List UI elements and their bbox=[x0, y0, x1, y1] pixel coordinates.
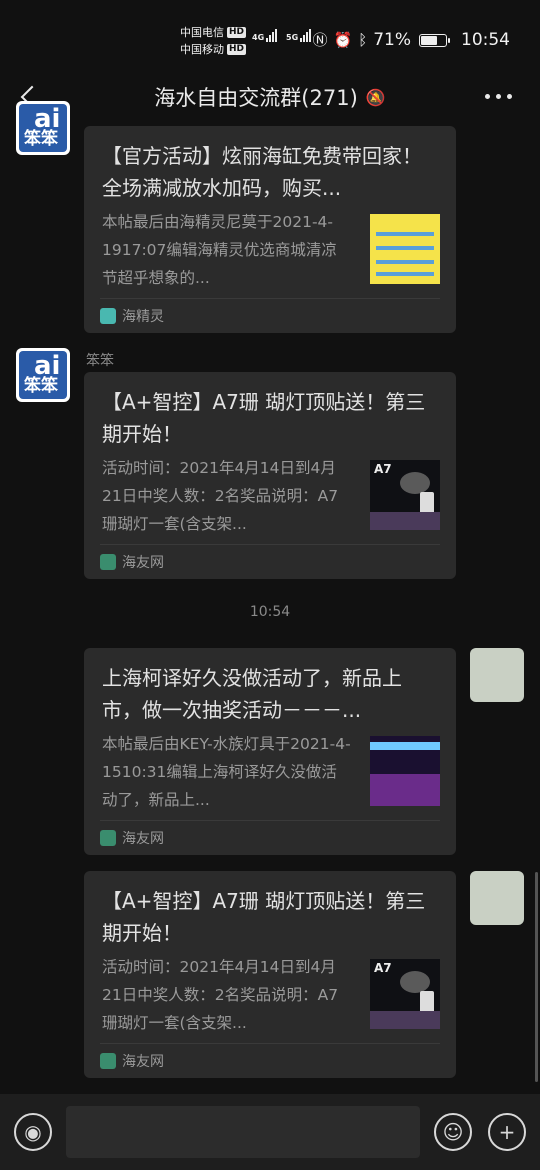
signal-strength-icon bbox=[266, 28, 278, 42]
sender-name: 笨笨 bbox=[86, 353, 114, 369]
card-title: 上海柯译好久没做活动了，新品上市，做一次抽奖活动－－－... bbox=[102, 666, 402, 722]
card-description: 活动时间：2021年4月14日到4月21日中奖人数：2名奖品说明：A7珊瑚灯一套… bbox=[102, 958, 339, 1032]
hd-badge: HD bbox=[227, 27, 247, 38]
battery-percent: 71% bbox=[373, 30, 411, 50]
avatar[interactable]: ai 笨笨 bbox=[16, 101, 70, 155]
source-logo-icon bbox=[100, 1053, 116, 1069]
card-thumbnail bbox=[370, 214, 440, 284]
alarm-icon: ⏰ bbox=[333, 31, 353, 49]
card-description: 本帖最后由KEY-水族灯具于2021-4-1510:31编辑上海柯译好久没做活动… bbox=[102, 735, 351, 809]
plus-icon[interactable]: + bbox=[488, 1113, 526, 1151]
signal-strength-icon bbox=[300, 28, 312, 42]
emoji-icon[interactable]: ☺ bbox=[434, 1113, 472, 1151]
card-title: 【A+智控】A7珊 瑚灯顶贴送！第三期开始！ bbox=[102, 889, 426, 945]
avatar[interactable] bbox=[470, 648, 524, 702]
message-timestamp: 10:54 bbox=[249, 604, 291, 620]
card-description: 本帖最后由海精灵尼莫于2021-4-1917:07编辑海精灵优选商城清凉节超乎想… bbox=[102, 213, 337, 287]
carrier-1: 中国电信 bbox=[180, 26, 224, 39]
card-source: 海精灵 bbox=[122, 309, 164, 325]
avatar[interactable]: ai 笨笨 bbox=[16, 348, 70, 402]
message-input[interactable] bbox=[66, 1106, 420, 1158]
avatar-name: 笨笨 bbox=[24, 129, 58, 149]
card-source: 海友网 bbox=[122, 555, 164, 571]
card-source: 海友网 bbox=[122, 831, 164, 847]
chat-title: 海水自由交流群(271) bbox=[154, 86, 358, 110]
thumbnail-label: A7 bbox=[374, 462, 392, 476]
status-bar: 中国电信 HD 中国移动 HD 4G 5G Ⓝ ⏰ ᛒ 71% 10:54 bbox=[0, 0, 540, 80]
source-logo-icon bbox=[100, 554, 116, 570]
card-thumbnail: A7 bbox=[370, 460, 440, 530]
more-dots-icon[interactable] bbox=[481, 82, 516, 111]
hd-badge: HD bbox=[227, 44, 247, 55]
link-card[interactable]: 上海柯译好久没做活动了，新品上市，做一次抽奖活动－－－... 本帖最后由KEY-… bbox=[84, 648, 456, 855]
link-card[interactable]: 【A+智控】A7珊 瑚灯顶贴送！第三期开始！ 活动时间：2021年4月14日到4… bbox=[84, 871, 456, 1078]
card-thumbnail bbox=[370, 736, 440, 806]
thumbnail-label: A7 bbox=[374, 961, 392, 975]
signal-group-2: 5G bbox=[286, 28, 312, 42]
carrier-2: 中国移动 bbox=[180, 43, 224, 56]
avatar-name: 笨笨 bbox=[24, 376, 58, 396]
card-thumbnail: A7 bbox=[370, 959, 440, 1029]
avatar[interactable] bbox=[470, 871, 524, 925]
chat-screen: 中国电信 HD 中国移动 HD 4G 5G Ⓝ ⏰ ᛒ 71% 10:54 海水… bbox=[0, 0, 540, 1170]
source-logo-icon bbox=[100, 308, 116, 324]
voice-icon[interactable]: ◉ bbox=[14, 1113, 52, 1151]
status-right: Ⓝ ⏰ ᛒ 71% 10:54 bbox=[312, 30, 510, 50]
nfc-icon: Ⓝ bbox=[312, 31, 328, 49]
card-source: 海友网 bbox=[122, 1054, 164, 1070]
card-title: 【A+智控】A7珊 瑚灯顶贴送！第三期开始！ bbox=[102, 390, 426, 446]
network-type-label: 4G bbox=[252, 33, 265, 42]
network-type-label: 5G bbox=[286, 33, 299, 42]
scrollbar[interactable] bbox=[535, 872, 538, 1082]
card-title: 【官方活动】炫丽海缸免费带回家！全场满减放水加码，购买... bbox=[102, 144, 422, 200]
input-bar: ◉ ☺ + bbox=[0, 1094, 540, 1170]
clock: 10:54 bbox=[461, 30, 510, 50]
source-logo-icon bbox=[100, 830, 116, 846]
chat-header: 海水自由交流群(271) 🔕 bbox=[0, 70, 540, 124]
link-card[interactable]: 【官方活动】炫丽海缸免费带回家！全场满减放水加码，购买... 本帖最后由海精灵尼… bbox=[84, 126, 456, 333]
battery-level bbox=[421, 35, 438, 45]
bluetooth-icon: ᛒ bbox=[358, 31, 368, 49]
link-card[interactable]: 【A+智控】A7珊 瑚灯顶贴送！第三期开始！ 活动时间：2021年4月14日到4… bbox=[84, 372, 456, 579]
signal-group-1: 4G bbox=[252, 28, 278, 42]
battery-icon bbox=[419, 33, 450, 47]
carrier-info: 中国电信 HD 中国移动 HD bbox=[180, 24, 247, 58]
bell-muted-icon: 🔕 bbox=[365, 87, 386, 107]
card-description: 活动时间：2021年4月14日到4月21日中奖人数：2名奖品说明：A7珊瑚灯一套… bbox=[102, 459, 339, 533]
